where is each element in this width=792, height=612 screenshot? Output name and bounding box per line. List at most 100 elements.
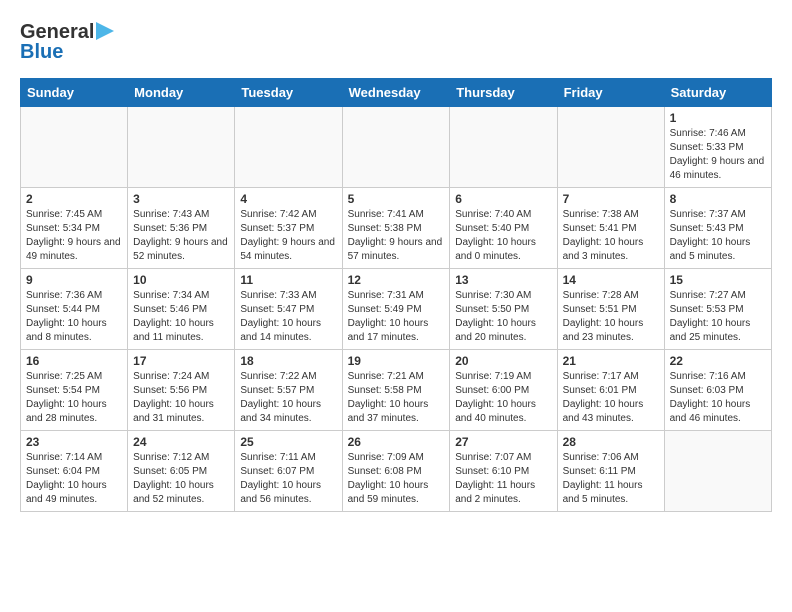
table-row — [21, 107, 128, 188]
day-number: 28 — [563, 435, 659, 449]
day-number: 11 — [240, 273, 336, 287]
table-row: 25 Sunrise: 7:11 AM Sunset: 6:07 PM Dayli… — [235, 431, 342, 512]
table-row: 17 Sunrise: 7:24 AM Sunset: 5:56 PM Dayli… — [128, 350, 235, 431]
day-number: 25 — [240, 435, 336, 449]
day-number: 18 — [240, 354, 336, 368]
day-info: Sunrise: 7:14 AM Sunset: 6:04 PM Dayligh… — [26, 451, 122, 507]
day-info: Sunrise: 7:07 AM Sunset: 6:10 PM Dayligh… — [455, 451, 551, 507]
table-row: 7 Sunrise: 7:38 AM Sunset: 5:41 PM Daylig… — [557, 188, 664, 269]
day-info: Sunrise: 7:30 AM Sunset: 5:50 PM Dayligh… — [455, 289, 551, 345]
day-info: Sunrise: 7:34 AM Sunset: 5:46 PM Dayligh… — [133, 289, 229, 345]
table-row: 9 Sunrise: 7:36 AM Sunset: 5:44 PM Daylig… — [21, 269, 128, 350]
table-row: 4 Sunrise: 7:42 AM Sunset: 5:37 PM Daylig… — [235, 188, 342, 269]
calendar-header-row: Sunday Monday Tuesday Wednesday Thursday… — [21, 79, 772, 107]
table-row: 24 Sunrise: 7:12 AM Sunset: 6:05 PM Dayli… — [128, 431, 235, 512]
table-row — [557, 107, 664, 188]
day-info: Sunrise: 7:41 AM Sunset: 5:38 PM Dayligh… — [348, 208, 445, 264]
day-info: Sunrise: 7:37 AM Sunset: 5:43 PM Dayligh… — [670, 208, 766, 264]
table-row — [664, 431, 771, 512]
table-row: 13 Sunrise: 7:30 AM Sunset: 5:50 PM Dayli… — [450, 269, 557, 350]
day-info: Sunrise: 7:40 AM Sunset: 5:40 PM Dayligh… — [455, 208, 551, 264]
day-info: Sunrise: 7:12 AM Sunset: 6:05 PM Dayligh… — [133, 451, 229, 507]
day-number: 9 — [26, 273, 122, 287]
day-number: 27 — [455, 435, 551, 449]
day-number: 21 — [563, 354, 659, 368]
day-number: 3 — [133, 192, 229, 206]
day-info: Sunrise: 7:17 AM Sunset: 6:01 PM Dayligh… — [563, 370, 659, 426]
calendar-week-row: 2 Sunrise: 7:45 AM Sunset: 5:34 PM Daylig… — [21, 188, 772, 269]
table-row: 27 Sunrise: 7:07 AM Sunset: 6:10 PM Dayli… — [450, 431, 557, 512]
day-info: Sunrise: 7:43 AM Sunset: 5:36 PM Dayligh… — [133, 208, 229, 264]
day-info: Sunrise: 7:25 AM Sunset: 5:54 PM Dayligh… — [26, 370, 122, 426]
table-row: 10 Sunrise: 7:34 AM Sunset: 5:46 PM Dayli… — [128, 269, 235, 350]
day-number: 4 — [240, 192, 336, 206]
day-info: Sunrise: 7:24 AM Sunset: 5:56 PM Dayligh… — [133, 370, 229, 426]
table-row — [342, 107, 450, 188]
table-row — [235, 107, 342, 188]
col-monday: Monday — [128, 79, 235, 107]
day-number: 2 — [26, 192, 122, 206]
day-info: Sunrise: 7:46 AM Sunset: 5:33 PM Dayligh… — [670, 127, 766, 183]
day-info: Sunrise: 7:09 AM Sunset: 6:08 PM Dayligh… — [348, 451, 445, 507]
table-row: 18 Sunrise: 7:22 AM Sunset: 5:57 PM Dayli… — [235, 350, 342, 431]
table-row: 5 Sunrise: 7:41 AM Sunset: 5:38 PM Daylig… — [342, 188, 450, 269]
table-row: 12 Sunrise: 7:31 AM Sunset: 5:49 PM Dayli… — [342, 269, 450, 350]
day-number: 7 — [563, 192, 659, 206]
table-row: 23 Sunrise: 7:14 AM Sunset: 6:04 PM Dayli… — [21, 431, 128, 512]
table-row: 28 Sunrise: 7:06 AM Sunset: 6:11 PM Dayli… — [557, 431, 664, 512]
col-wednesday: Wednesday — [342, 79, 450, 107]
page: General Blue Sunday Monday Tuesday — [0, 0, 792, 522]
calendar: Sunday Monday Tuesday Wednesday Thursday… — [20, 78, 772, 512]
calendar-week-row: 9 Sunrise: 7:36 AM Sunset: 5:44 PM Daylig… — [21, 269, 772, 350]
table-row: 1 Sunrise: 7:46 AM Sunset: 5:33 PM Daylig… — [664, 107, 771, 188]
table-row: 14 Sunrise: 7:28 AM Sunset: 5:51 PM Dayli… — [557, 269, 664, 350]
day-info: Sunrise: 7:33 AM Sunset: 5:47 PM Dayligh… — [240, 289, 336, 345]
day-number: 23 — [26, 435, 122, 449]
day-number: 24 — [133, 435, 229, 449]
day-number: 19 — [348, 354, 445, 368]
day-info: Sunrise: 7:28 AM Sunset: 5:51 PM Dayligh… — [563, 289, 659, 345]
calendar-week-row: 23 Sunrise: 7:14 AM Sunset: 6:04 PM Dayli… — [21, 431, 772, 512]
col-tuesday: Tuesday — [235, 79, 342, 107]
day-number: 10 — [133, 273, 229, 287]
table-row: 8 Sunrise: 7:37 AM Sunset: 5:43 PM Daylig… — [664, 188, 771, 269]
table-row — [128, 107, 235, 188]
day-info: Sunrise: 7:22 AM Sunset: 5:57 PM Dayligh… — [240, 370, 336, 426]
table-row: 15Sunrise: 7:27 AM Sunset: 5:53 PM Dayli… — [664, 269, 771, 350]
header: General Blue — [20, 20, 772, 64]
day-info: Sunrise: 7:42 AM Sunset: 5:37 PM Dayligh… — [240, 208, 336, 264]
day-info: Sunrise: 7:38 AM Sunset: 5:41 PM Dayligh… — [563, 208, 659, 264]
day-number: 5 — [348, 192, 445, 206]
table-row: 19 Sunrise: 7:21 AM Sunset: 5:58 PM Dayli… — [342, 350, 450, 431]
day-number: 12 — [348, 273, 445, 287]
day-number: 6 — [455, 192, 551, 206]
day-info: Sunrise: 7:19 AM Sunset: 6:00 PM Dayligh… — [455, 370, 551, 426]
col-friday: Friday — [557, 79, 664, 107]
calendar-week-row: 1 Sunrise: 7:46 AM Sunset: 5:33 PM Daylig… — [21, 107, 772, 188]
col-thursday: Thursday — [450, 79, 557, 107]
day-number: 14 — [563, 273, 659, 287]
table-row: 20Sunrise: 7:19 AM Sunset: 6:00 PM Dayli… — [450, 350, 557, 431]
day-info: Sunrise: 7:16 AM Sunset: 6:03 PM Dayligh… — [670, 370, 766, 426]
table-row — [450, 107, 557, 188]
day-number: 22 — [670, 354, 766, 368]
day-number: 13 — [455, 273, 551, 287]
day-number: 26 — [348, 435, 445, 449]
table-row: 21 Sunrise: 7:17 AM Sunset: 6:01 PM Dayli… — [557, 350, 664, 431]
day-info: Sunrise: 7:45 AM Sunset: 5:34 PM Dayligh… — [26, 208, 122, 264]
day-info: Sunrise: 7:06 AM Sunset: 6:11 PM Dayligh… — [563, 451, 659, 507]
day-number: 1 — [670, 111, 766, 125]
logo: General Blue — [20, 20, 114, 64]
table-row: 2 Sunrise: 7:45 AM Sunset: 5:34 PM Daylig… — [21, 188, 128, 269]
day-info: Sunrise: 7:36 AM Sunset: 5:44 PM Dayligh… — [26, 289, 122, 345]
col-sunday: Sunday — [21, 79, 128, 107]
table-row: 6 Sunrise: 7:40 AM Sunset: 5:40 PM Daylig… — [450, 188, 557, 269]
day-number: 17 — [133, 354, 229, 368]
day-number: 16 — [26, 354, 122, 368]
day-info: Sunrise: 7:21 AM Sunset: 5:58 PM Dayligh… — [348, 370, 445, 426]
day-info: Sunrise: 7:31 AM Sunset: 5:49 PM Dayligh… — [348, 289, 445, 345]
day-info: Sunrise: 7:27 AM Sunset: 5:53 PM Dayligh… — [670, 289, 766, 345]
day-number: 8 — [670, 192, 766, 206]
day-info: Sunrise: 7:11 AM Sunset: 6:07 PM Dayligh… — [240, 451, 336, 507]
logo-arrow-icon — [96, 22, 114, 40]
